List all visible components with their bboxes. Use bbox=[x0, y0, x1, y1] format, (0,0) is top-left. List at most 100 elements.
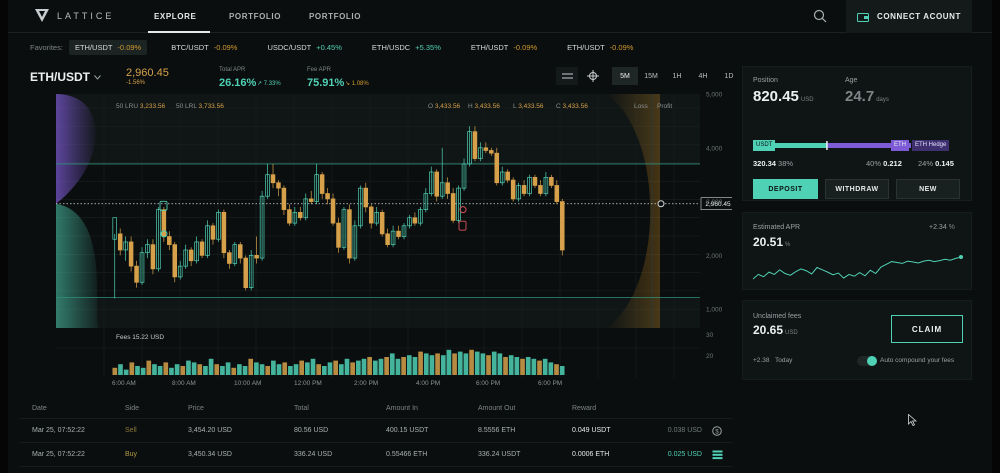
crosshair-icon bbox=[587, 70, 599, 82]
fee-bar bbox=[452, 353, 457, 375]
candle bbox=[319, 174, 325, 194]
fee-bar bbox=[384, 357, 389, 375]
fee-bar bbox=[203, 366, 208, 375]
favorite-item[interactable]: ETH/USDT -0.09% bbox=[465, 40, 543, 55]
fee-bar bbox=[542, 358, 548, 375]
candle bbox=[434, 171, 440, 197]
fees-readout: Fees 15.22 USD bbox=[116, 334, 164, 341]
lrl-value: 3,733.56 bbox=[198, 103, 224, 110]
withdraw-button[interactable]: WITHDRAW bbox=[825, 179, 889, 199]
fee-bar bbox=[146, 360, 152, 375]
col-amount-out: Amount Out bbox=[478, 405, 516, 412]
nav-explore[interactable]: EXPLORE bbox=[154, 12, 196, 21]
fee-bar bbox=[186, 360, 191, 375]
fee-apr-delta: ↘ 1.08% bbox=[345, 80, 369, 87]
tab-1h[interactable]: 1H bbox=[664, 67, 690, 85]
deposit-button[interactable]: DEPOSIT bbox=[753, 179, 818, 199]
age-value-row: 24.7 days bbox=[845, 88, 889, 105]
indicators-button[interactable] bbox=[556, 67, 578, 85]
lrl-label: 50 LRL bbox=[176, 103, 197, 110]
open-label: O bbox=[428, 103, 434, 110]
favorite-change: -0.09% bbox=[117, 42, 142, 52]
tab-5m[interactable]: 5M bbox=[612, 67, 638, 85]
fee-bar bbox=[225, 362, 231, 375]
lru-readout: 50 LRU 3,233.56 bbox=[116, 103, 165, 110]
fee-tick-label: 30 bbox=[706, 332, 714, 339]
cell-amount-out: 336.24 USDT bbox=[478, 451, 521, 458]
fee-bar bbox=[344, 358, 350, 375]
favorite-item[interactable]: ETH/USDT -0.09% bbox=[561, 40, 639, 55]
stacked-coins-icon[interactable] bbox=[712, 450, 723, 460]
favorite-item[interactable]: ETH/USDC +5.35% bbox=[366, 40, 447, 55]
cell-price: 3,454.20 USD bbox=[188, 427, 232, 434]
favorite-item[interactable]: USDC/USDT +0.45% bbox=[261, 40, 347, 55]
auto-compound-toggle[interactable] bbox=[857, 356, 877, 366]
position-value-row: 820.45 USD bbox=[753, 88, 814, 105]
usdt-stat: 320.34 38% bbox=[753, 159, 793, 168]
loss-label: Loss bbox=[634, 103, 648, 110]
position-actions: DEPOSIT WITHDRAW NEW bbox=[753, 179, 960, 199]
liquidity-distribution-buy bbox=[56, 203, 100, 328]
fee-bar bbox=[288, 366, 293, 375]
fee-bar bbox=[508, 355, 514, 375]
search-icon[interactable] bbox=[813, 9, 827, 23]
table-row[interactable]: Mar 25, 07:52:22 Sell 3,454.20 USD 80.56… bbox=[20, 419, 732, 443]
fee-bar bbox=[355, 360, 361, 375]
candle bbox=[554, 185, 560, 202]
fee-bar bbox=[474, 351, 480, 375]
candle bbox=[330, 198, 336, 224]
fee-bar bbox=[435, 353, 440, 375]
y-tick-label: 4,000 bbox=[706, 145, 723, 152]
tag-eth-hedge: ETH Hedge bbox=[912, 140, 950, 151]
profit-label: Profit bbox=[657, 103, 673, 110]
favorite-pair: ETH/USDT bbox=[74, 42, 113, 52]
cell-amount-in: 0.55466 ETH bbox=[386, 451, 428, 458]
fee-bar bbox=[305, 362, 310, 375]
crosshair-button[interactable] bbox=[582, 67, 604, 85]
fee-apr-label: Fee APR bbox=[307, 67, 332, 73]
favorite-item[interactable]: BTC/USDT -0.09% bbox=[165, 40, 243, 55]
price-chart[interactable]: 2,960.45 5,000 4,000 3,000 2,000 1,000 30 20 6:0… bbox=[20, 62, 732, 392]
favorite-pair: BTC/USDT bbox=[171, 42, 209, 52]
pair-selector[interactable]: ETH/USDT bbox=[30, 70, 101, 84]
nav-portfolio[interactable]: PORTFOLIO bbox=[229, 12, 281, 21]
connect-account-button[interactable]: CONNECT ACOUNT bbox=[846, 0, 972, 33]
tab-4h[interactable]: 4H bbox=[690, 67, 716, 85]
favorite-change: -0.09% bbox=[609, 42, 634, 52]
y-tick-label: 1,000 bbox=[706, 307, 723, 314]
col-amount-in: Amount In bbox=[386, 405, 418, 412]
current-price: 2,960.45 bbox=[126, 67, 169, 79]
new-button[interactable]: NEW bbox=[896, 179, 960, 199]
favorites-bar: Favorites: ETH/USDT -0.09% BTC/USDT -0.0… bbox=[8, 37, 992, 57]
tab-1d[interactable]: 1D bbox=[716, 67, 742, 85]
fee-bar bbox=[299, 360, 305, 375]
favorite-item[interactable]: ETH/USDT -0.09% bbox=[68, 39, 148, 55]
claim-button[interactable]: CLAIM bbox=[891, 315, 963, 343]
table-row[interactable]: Mar 25, 07:52:22 Buy 3,450.34 USD 336.24… bbox=[20, 443, 732, 467]
fee-bar bbox=[514, 357, 520, 375]
coin-icon[interactable]: $ bbox=[712, 425, 722, 436]
candle bbox=[325, 193, 330, 200]
tab-15m[interactable]: 15M bbox=[638, 67, 664, 85]
liquidity-distribution-sell bbox=[56, 94, 96, 204]
fee-bar bbox=[418, 351, 423, 375]
apr-card-value-row: 20.51% bbox=[753, 235, 790, 249]
cell-date: Mar 25, 07:52:22 bbox=[32, 427, 85, 434]
toggle-knob bbox=[867, 356, 877, 366]
fee-bar bbox=[367, 357, 372, 375]
fee-bar bbox=[440, 355, 446, 375]
candle bbox=[270, 174, 276, 184]
candle bbox=[363, 187, 369, 208]
logo[interactable]: LATTICE bbox=[35, 9, 114, 22]
apr-card-label: Estimated APR bbox=[753, 224, 801, 231]
nav-portfolio-2[interactable]: PORTFOLIO bbox=[309, 12, 361, 21]
total-apr-delta-value: 7.33% bbox=[263, 81, 281, 87]
fee-bar bbox=[412, 357, 418, 375]
fee-bar bbox=[271, 360, 276, 375]
hedge-amount: 0.145 bbox=[935, 159, 954, 168]
fee-bar bbox=[231, 367, 237, 375]
candle bbox=[308, 198, 314, 202]
sell-marker bbox=[459, 206, 467, 214]
candle bbox=[243, 257, 248, 289]
fee-bar bbox=[174, 364, 180, 375]
